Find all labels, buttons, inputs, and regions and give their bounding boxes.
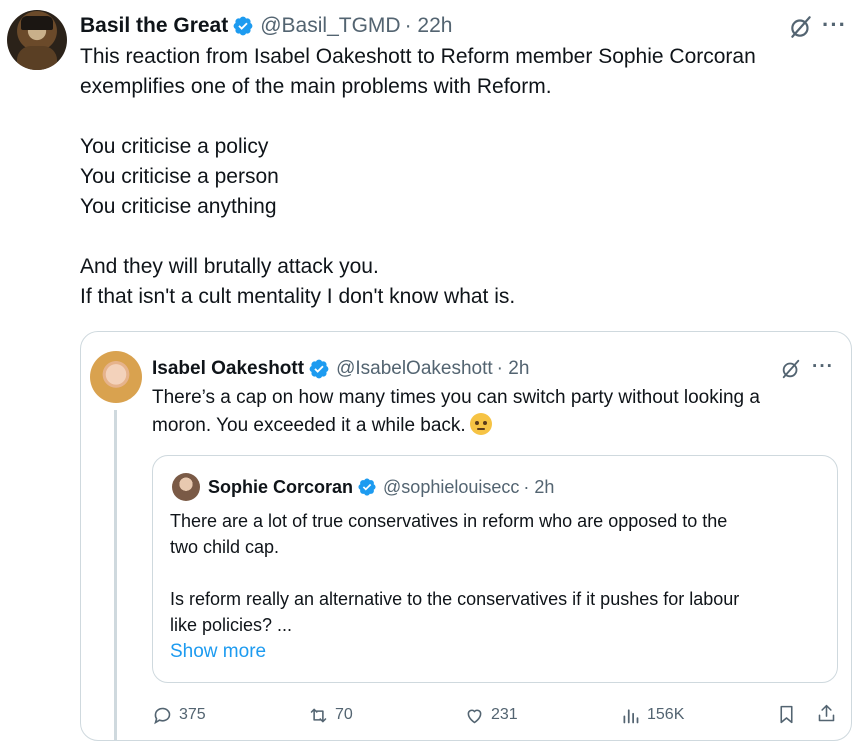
reply-count: 375 [179, 706, 206, 723]
grok-icon[interactable] [780, 358, 802, 380]
repost-button[interactable]: 70 [308, 704, 353, 726]
bookmark-icon[interactable] [776, 704, 797, 725]
author-avatar[interactable] [7, 10, 67, 70]
quoted-author-name[interactable]: Isabel Oakeshott [152, 358, 304, 380]
heart-icon [467, 709, 482, 723]
nested-author-name[interactable]: Sophie Corcoran [208, 477, 353, 498]
more-options-icon[interactable]: ··· [812, 356, 834, 378]
quoted-author-handle[interactable]: @IsabelOakeshott [336, 358, 493, 380]
author-name[interactable]: Basil the Great [80, 14, 228, 38]
views-count: 156K [647, 706, 685, 723]
post-time[interactable]: · 22h [405, 14, 453, 38]
quoted-post-time[interactable]: · 2h [497, 358, 530, 380]
repost-icon [310, 708, 327, 722]
rolling-eyes-emoji-icon [469, 413, 492, 435]
author-handle[interactable]: @Basil_TGMD [260, 14, 400, 38]
repost-count: 70 [335, 706, 353, 723]
grok-icon[interactable] [788, 14, 814, 40]
views-button[interactable]: 156K [620, 704, 684, 726]
quoted-author-avatar[interactable] [90, 351, 142, 403]
nested-quote-text: There are a lot of true conservatives in… [170, 511, 740, 635]
verified-badge-icon [358, 478, 376, 496]
more-options-icon[interactable]: ··· [822, 12, 847, 38]
quoted-tweet-body: There’s a cap on how many times you can … [152, 387, 760, 436]
like-count: 231 [491, 706, 518, 723]
thread-line [114, 410, 117, 740]
tweet-header: Basil the Great @Basil_TGMD · 22h [80, 12, 452, 40]
show-more-link[interactable]: Show more [170, 641, 266, 663]
verified-badge-icon [233, 16, 253, 36]
tweet-text: This reaction from Isabel Oakeshott to R… [80, 45, 756, 308]
views-chart-icon [623, 708, 639, 723]
reply-icon [154, 707, 171, 724]
like-button[interactable]: 231 [464, 704, 518, 726]
verified-badge-icon [309, 359, 329, 379]
quoted-tweet-header: Isabel Oakeshott @IsabelOakeshott · 2h [152, 356, 529, 382]
share-icon[interactable] [816, 703, 837, 724]
nested-author-avatar[interactable] [172, 473, 200, 501]
quoted-tweet-text: There’s a cap on how many times you can … [152, 384, 832, 440]
nested-author-handle[interactable]: @sophielouisecc [383, 477, 519, 498]
nested-quote-header: Sophie Corcoran @sophielouisecc · 2h [208, 474, 554, 500]
nested-post-time[interactable]: · 2h [523, 477, 554, 498]
reply-button[interactable]: 375 [152, 704, 206, 726]
